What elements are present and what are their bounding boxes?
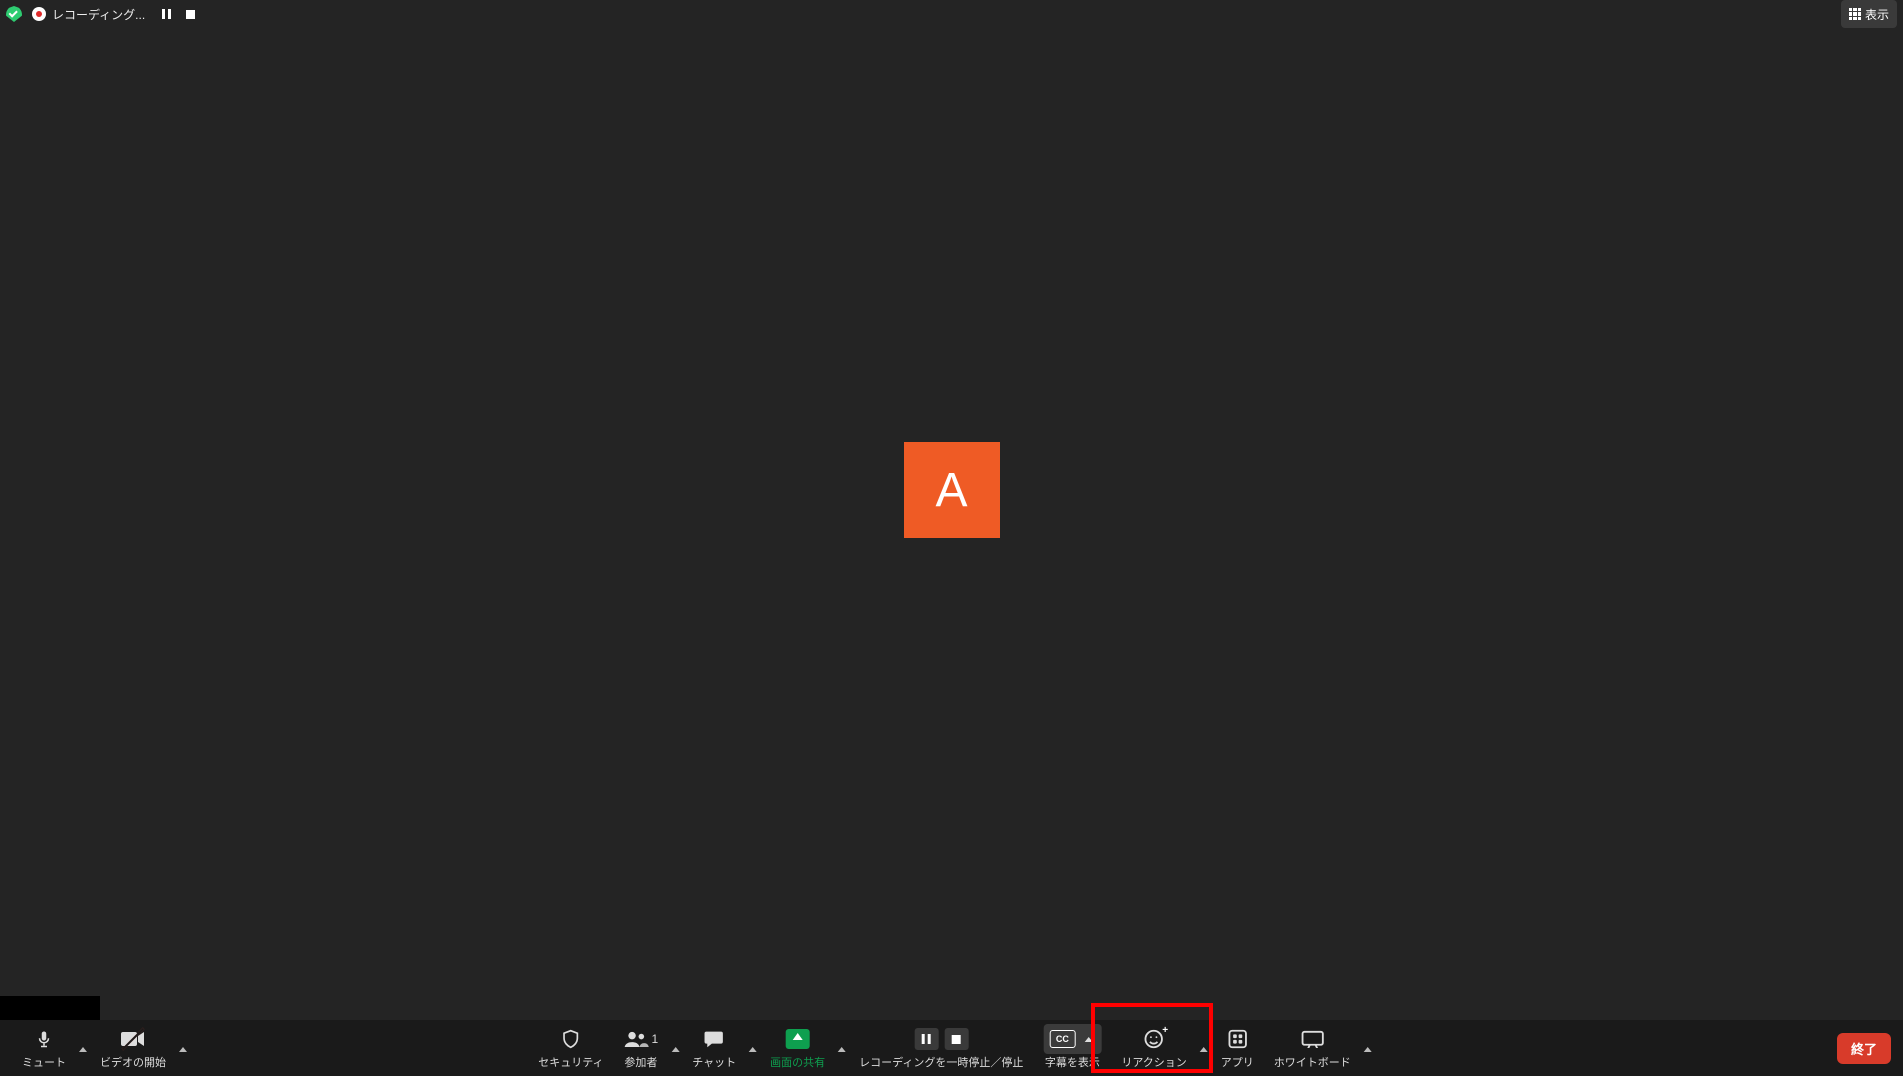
avatar-initial: A <box>935 463 967 518</box>
whiteboard-options-caret[interactable] <box>1361 1038 1375 1060</box>
participant-avatar: A <box>904 442 1000 538</box>
whiteboard-label: ホワイトボード <box>1274 1054 1351 1070</box>
chat-options-caret[interactable] <box>746 1038 760 1060</box>
reactions-label: リアクション <box>1121 1054 1186 1070</box>
top-bar: レコーディング... 表示 <box>0 0 1903 28</box>
record-control-button[interactable]: レコーディングを一時停止／停止 <box>849 1024 1033 1076</box>
chat-button[interactable]: チャット <box>682 1024 746 1076</box>
whiteboard-button[interactable]: ホワイトボード <box>1264 1024 1361 1076</box>
mute-options-caret[interactable] <box>76 1038 90 1060</box>
share-screen-button[interactable]: 画面の共有 <box>760 1024 835 1076</box>
participants-count: 1 <box>652 1032 659 1046</box>
chat-label: チャット <box>692 1054 736 1070</box>
video-stage: A <box>0 0 1903 1076</box>
record-control-icon <box>914 1028 968 1050</box>
recording-indicator-icon <box>32 7 46 21</box>
security-label: セキュリティ <box>538 1054 603 1070</box>
video-options-caret[interactable] <box>176 1038 190 1060</box>
view-button[interactable]: 表示 <box>1841 0 1897 28</box>
stop-icon <box>952 1035 961 1044</box>
mute-label: ミュート <box>22 1054 66 1070</box>
participants-options-caret[interactable] <box>668 1038 682 1060</box>
participants-icon: 1 <box>624 1028 659 1050</box>
reactions-icon: + <box>1143 1028 1165 1050</box>
participants-button[interactable]: 1 参加者 <box>614 1024 669 1076</box>
reactions-options-caret[interactable] <box>1197 1038 1211 1060</box>
start-video-button[interactable]: ビデオの開始 <box>90 1024 176 1076</box>
apps-icon <box>1226 1028 1248 1050</box>
share-screen-icon <box>786 1028 810 1050</box>
grid-icon <box>1849 8 1861 20</box>
camera-off-icon <box>121 1028 145 1050</box>
recording-label: レコーディング... <box>52 6 145 23</box>
reactions-button[interactable]: + リアクション <box>1111 1024 1196 1076</box>
recording-stop-button[interactable] <box>181 5 199 23</box>
stop-icon <box>186 10 195 19</box>
apps-label: アプリ <box>1221 1054 1254 1070</box>
security-button[interactable]: セキュリティ <box>528 1024 613 1076</box>
bottom-toolbar: ミュート ビデオの開始 セキュリティ 1 参加者 <box>0 1020 1903 1076</box>
record-stop-mini-button[interactable] <box>944 1028 968 1050</box>
apps-button[interactable]: アプリ <box>1211 1024 1264 1076</box>
share-label: 画面の共有 <box>770 1054 825 1070</box>
recording-pause-button[interactable] <box>157 5 175 23</box>
captions-options-caret[interactable] <box>1081 1028 1095 1050</box>
end-meeting-button[interactable]: 終了 <box>1837 1033 1891 1064</box>
mute-button[interactable]: ミュート <box>12 1024 76 1076</box>
record-label: レコーディングを一時停止／停止 <box>859 1054 1023 1070</box>
plus-icon: + <box>1162 1025 1168 1036</box>
record-pause-mini-button[interactable] <box>914 1028 938 1050</box>
captions-button[interactable]: CC 字幕を表示 <box>1033 1024 1111 1076</box>
pause-icon <box>162 9 171 19</box>
closed-captions-icon: CC <box>1043 1028 1101 1050</box>
shield-icon <box>561 1028 581 1050</box>
view-label: 表示 <box>1865 6 1889 23</box>
cc-badge: CC <box>1049 1030 1075 1048</box>
encryption-shield-icon[interactable] <box>6 6 22 22</box>
share-options-caret[interactable] <box>835 1038 849 1060</box>
chat-icon <box>703 1028 725 1050</box>
captions-label: 字幕を表示 <box>1045 1054 1100 1070</box>
video-label: ビデオの開始 <box>100 1054 166 1070</box>
whiteboard-icon <box>1300 1028 1324 1050</box>
microphone-icon <box>35 1028 53 1050</box>
participants-label: 参加者 <box>624 1054 657 1070</box>
pause-icon <box>922 1034 931 1044</box>
end-label: 終了 <box>1851 1042 1877 1057</box>
participant-name-overlay <box>0 996 100 1020</box>
